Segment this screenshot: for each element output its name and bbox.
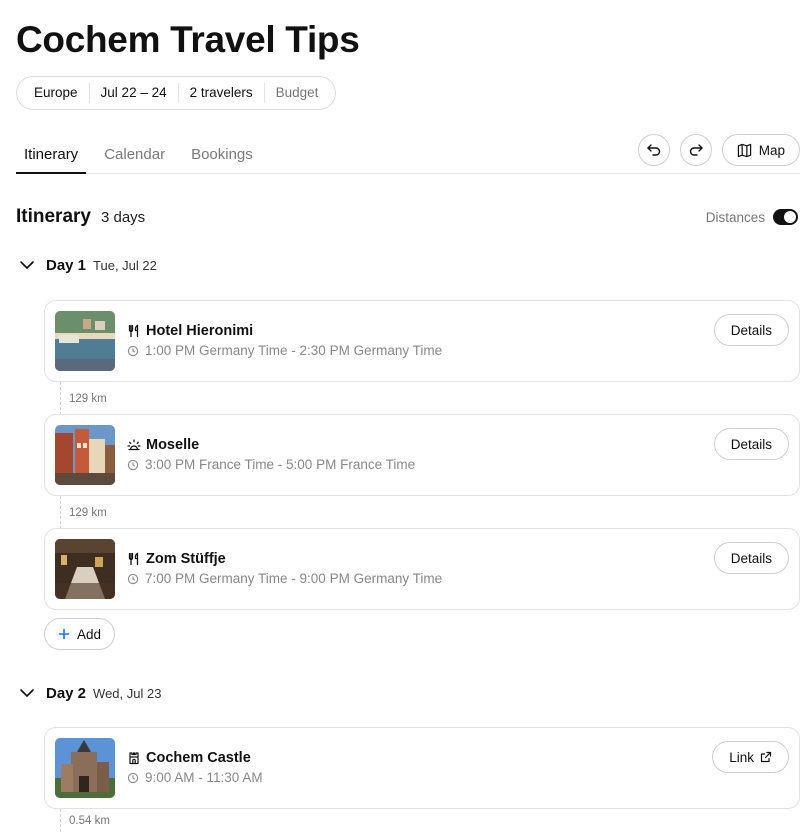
link-button[interactable]: Link [712,741,789,773]
day-1-label: Day 1 [46,256,87,274]
itinerary-title: Itinerary [16,206,91,227]
undo-button[interactable] [637,134,670,166]
distance-value: 0.54 km [69,814,110,827]
item-name: Zom Stüffje [146,551,226,567]
tab-bookings[interactable]: Bookings [183,140,261,174]
item-time-text: 9:00 AM - 11:30 AM [145,770,263,785]
redo-button[interactable] [679,134,712,166]
details-button[interactable]: Details [713,314,789,346]
details-button-label: Details [730,436,772,452]
clock-icon [127,573,139,584]
distance-connector: 129 km [60,382,107,415]
redo-icon [689,144,703,156]
clock-icon [127,459,139,470]
distances-label: Distances [705,209,765,225]
map-button-label: Map [758,142,785,158]
distance-value: 129 km [69,392,107,405]
day-2-label: Day 2 [46,684,87,702]
item-time-text: 1:00 PM Germany Time - 2:30 PM Germany T… [145,343,443,358]
day-1-date: Tue, Jul 22 [93,257,157,273]
item-name: Hotel Hieronimi [146,323,254,339]
tab-calendar[interactable]: Calendar [96,140,173,174]
add-item-label: Add [77,626,102,642]
chip-region[interactable]: Europe [23,83,90,103]
item-time: 7:00 PM Germany Time - 9:00 PM Germany T… [127,571,442,586]
details-button[interactable]: Details [713,542,789,574]
item-thumbnail [55,539,115,599]
page-title: Cochem Travel Tips [16,19,360,60]
item-time: 3:00 PM France Time - 5:00 PM France Tim… [127,457,415,472]
clock-icon [127,772,139,783]
undo-icon [647,144,660,156]
distance-value: 129 km [69,506,107,519]
chip-budget[interactable]: Budget [265,83,330,103]
item-time: 1:00 PM Germany Time - 2:30 PM Germany T… [127,343,442,358]
item-time-text: 7:00 PM Germany Time - 9:00 PM Germany T… [145,571,443,586]
item-thumbnail [55,425,115,485]
itinerary-day-count: 3 days [100,209,146,226]
itinerary-item-hotel-hieronimi[interactable]: Hotel Hieronimi 1:00 PM Germany Time - 2… [44,300,800,382]
chevron-down-icon [20,261,34,269]
distance-connector: 129 km [60,496,107,529]
item-time: 9:00 AM - 11:30 AM [127,770,263,785]
link-button-label: Link [729,749,754,765]
item-thumbnail [55,311,115,371]
details-button-label: Details [730,550,772,566]
toolbar: Map [637,134,800,166]
distance-connector: 0.54 km [60,809,110,832]
day-2-date: Wed, Jul 23 [93,685,162,701]
itinerary-item-cochem-castle[interactable]: Cochem Castle 9:00 AM - 11:30 AM Link [44,727,800,809]
details-button[interactable]: Details [713,428,789,460]
day-1-header[interactable]: Day 1 Tue, Jul 22 [18,256,157,274]
restaurant-icon [128,552,139,566]
chip-dates[interactable]: Jul 22 – 24 [90,83,179,103]
chip-travelers[interactable]: 2 travelers [179,83,265,103]
distances-toggle[interactable] [773,209,798,225]
item-name: Moselle [146,437,200,453]
chevron-down-icon [20,689,34,697]
map-button[interactable]: Map [721,134,800,166]
castle-icon [129,752,139,765]
tab-itinerary[interactable]: Itinerary [16,140,87,174]
itinerary-item-moselle[interactable]: Moselle 3:00 PM France Time - 5:00 PM Fr… [44,414,800,496]
sightseeing-icon [127,439,141,451]
item-time-text: 3:00 PM France Time - 5:00 PM France Tim… [145,457,416,472]
item-name: Cochem Castle [146,750,251,766]
item-title: Zom Stüffje [127,551,226,567]
external-link-icon [760,751,772,763]
item-title: Hotel Hieronimi [127,323,253,339]
plus-icon [58,628,70,640]
distances-setting: Distances [706,209,798,225]
restaurant-icon [128,324,139,338]
itinerary-item-zom-stueffje[interactable]: Zom Stüffje 7:00 PM Germany Time - 9:00 … [44,528,800,610]
clock-icon [127,345,139,356]
itinerary-header: Itinerary 3 days [16,206,145,228]
map-icon [737,143,751,157]
item-thumbnail [55,738,115,798]
day-2-header[interactable]: Day 2 Wed, Jul 23 [18,684,161,702]
item-title: Moselle [127,437,199,453]
trip-summary-chips: Europe Jul 22 – 24 2 travelers Budget [16,76,337,110]
add-item-button[interactable]: Add [44,618,116,650]
item-title: Cochem Castle [127,750,251,766]
details-button-label: Details [730,322,772,338]
